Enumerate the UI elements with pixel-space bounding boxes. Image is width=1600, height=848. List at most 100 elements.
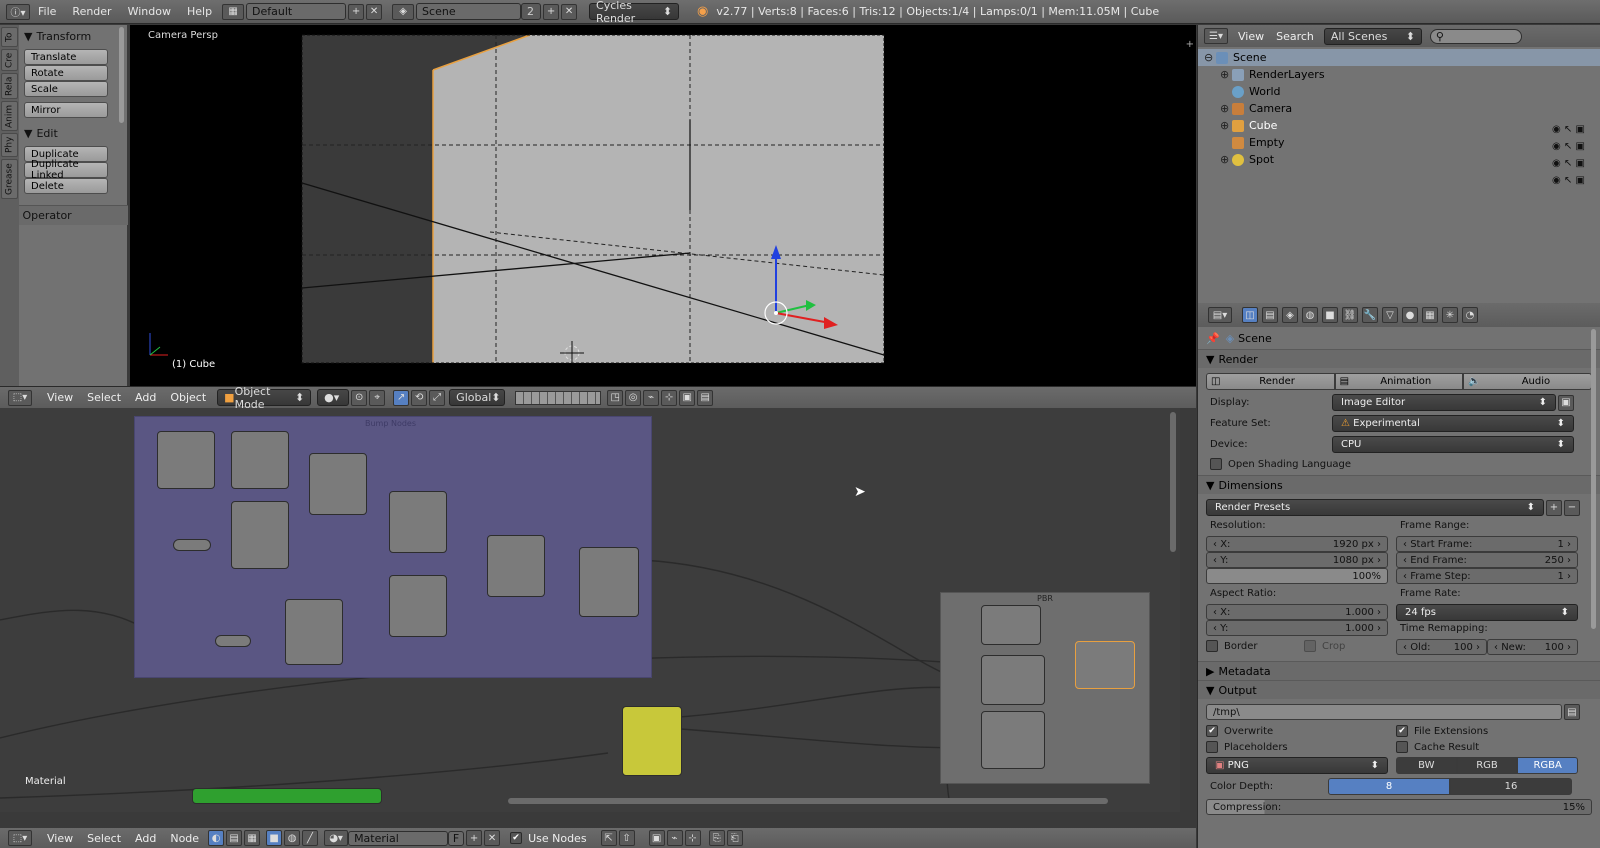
- scene-tab-icon[interactable]: ◈: [1282, 307, 1298, 323]
- render-anim-icon[interactable]: ▤: [697, 389, 714, 406]
- snap-mode-icon[interactable]: ⊹: [684, 830, 701, 846]
- tab-relations[interactable]: Rela: [1, 73, 18, 99]
- pointer-icon[interactable]: ↖: [1564, 175, 1572, 186]
- paste-icon[interactable]: ⎗: [726, 830, 743, 846]
- end-frame-field[interactable]: ‹ End Frame: 250 ›: [1396, 552, 1578, 568]
- node-multiply[interactable]: [389, 491, 447, 553]
- eye-icon[interactable]: ◉: [1552, 124, 1561, 135]
- camera-render-icon[interactable]: ▣: [1576, 124, 1585, 135]
- placeholders-checkbox[interactable]: [1206, 741, 1218, 753]
- outliner-item-scene[interactable]: ⊖ Scene: [1198, 49, 1600, 66]
- pointer-icon[interactable]: ↖: [1564, 141, 1572, 152]
- menu-node[interactable]: Node: [163, 832, 206, 845]
- tab-tools[interactable]: To: [1, 27, 18, 47]
- tab-create[interactable]: Cre: [1, 49, 18, 71]
- frame-step-field[interactable]: ‹ Frame Step: 1 ›: [1396, 568, 1578, 584]
- device-dropdown[interactable]: CPU ⬍: [1332, 436, 1574, 453]
- remove-material-icon[interactable]: ✕: [484, 830, 501, 846]
- node-add[interactable]: [231, 431, 289, 489]
- modifiers-tab-icon[interactable]: 🔧: [1362, 307, 1378, 323]
- aspect-x-field[interactable]: ‹ X: 1.000 ›: [1206, 604, 1388, 620]
- render-tab-icon[interactable]: ◫: [1242, 307, 1258, 323]
- pivot-icon[interactable]: ⊙: [351, 389, 368, 406]
- camera-render-icon[interactable]: ▣: [1576, 175, 1585, 186]
- mode-dropdown[interactable]: ■ Object Mode ⬍: [217, 385, 312, 411]
- bw-button[interactable]: BW: [1396, 757, 1457, 774]
- node-noise-texture[interactable]: [231, 501, 289, 569]
- depth-8-button[interactable]: 8: [1328, 778, 1450, 795]
- menu-object[interactable]: Object: [163, 391, 213, 404]
- data-tab-icon[interactable]: ▽: [1382, 307, 1398, 323]
- start-frame-field[interactable]: ‹ Start Frame: 1 ›: [1396, 536, 1578, 552]
- node-multiply-collapsed[interactable]: [173, 539, 211, 551]
- snap-icon[interactable]: ⌁: [643, 389, 660, 406]
- texture-nodes-icon[interactable]: ▦: [244, 830, 261, 846]
- parent-tree-icon[interactable]: ⇧: [618, 830, 635, 846]
- snap-icon[interactable]: ⌁: [666, 830, 683, 846]
- edit-panel-header[interactable]: ▼ Edit: [24, 124, 122, 142]
- rotate-button[interactable]: Rotate: [24, 65, 108, 81]
- proportional-icon[interactable]: ◎: [625, 389, 642, 406]
- outliner-item-world[interactable]: World: [1198, 83, 1600, 100]
- scene-icon[interactable]: ◈: [392, 3, 415, 20]
- 3d-viewport[interactable]: Camera Persp (1) Cube +: [130, 25, 1196, 386]
- cache-result-checkbox[interactable]: [1396, 741, 1408, 753]
- compression-slider[interactable]: Compression: 15%: [1206, 799, 1592, 815]
- eye-icon[interactable]: ◉: [1552, 175, 1561, 186]
- editor-type-icon[interactable]: ⬚▾: [8, 830, 32, 846]
- physics-tab-icon[interactable]: ◔: [1462, 307, 1478, 323]
- pin-icon[interactable]: 📌: [1206, 332, 1220, 345]
- outliner-search-input[interactable]: ⚲: [1429, 28, 1522, 44]
- frame-rate-dropdown[interactable]: 24 fps ⬍: [1396, 604, 1578, 621]
- menu-file[interactable]: File: [30, 5, 64, 18]
- visibility-toggles[interactable]: ◉ ↖ ▣ ◉ ↖ ▣ ◉ ↖ ▣ ◉ ↖ ▣: [1552, 121, 1600, 191]
- add-layout-icon[interactable]: +: [348, 3, 365, 20]
- menu-select[interactable]: Select: [80, 832, 128, 845]
- lock-layers-icon[interactable]: ◳: [607, 389, 624, 406]
- menu-view[interactable]: View: [1238, 30, 1264, 43]
- properties-scrollbar[interactable]: [1591, 329, 1596, 629]
- overwrite-checkbox[interactable]: ✔: [1206, 725, 1218, 737]
- info-editor-icon[interactable]: ⓘ▾: [6, 3, 30, 20]
- node-editor[interactable]: Bump Nodes PBR Material ➤: [0, 408, 1180, 812]
- resolution-x-field[interactable]: ‹ X: 1920 px ›: [1206, 536, 1388, 552]
- node-add[interactable]: [487, 535, 545, 597]
- editor-type-icon[interactable]: ⬚▾: [8, 389, 32, 406]
- material-name-field[interactable]: Material: [348, 830, 449, 846]
- crop-checkbox[interactable]: [1304, 640, 1316, 652]
- node-multiply[interactable]: [389, 575, 447, 637]
- output-path-input[interactable]: /tmp\: [1206, 704, 1562, 720]
- material-browse-icon[interactable]: ◕▾: [324, 830, 349, 846]
- use-nodes-checkbox[interactable]: ✔: [510, 832, 523, 844]
- pbr-frame[interactable]: PBR: [940, 592, 1150, 784]
- node-material-output[interactable]: [192, 788, 382, 804]
- resolution-percentage-field[interactable]: 100%: [1206, 568, 1388, 584]
- feature-set-dropdown[interactable]: ⚠ Experimental ⬍: [1332, 415, 1574, 432]
- particles-tab-icon[interactable]: ✳: [1442, 307, 1458, 323]
- node-bump[interactable]: [579, 547, 639, 617]
- outliner-filter-dropdown[interactable]: All Scenes ⬍: [1323, 27, 1422, 45]
- render-layers-tab-icon[interactable]: ▤: [1262, 307, 1278, 323]
- border-checkbox[interactable]: [1206, 640, 1218, 652]
- eye-icon[interactable]: ◉: [1552, 158, 1561, 169]
- file-format-dropdown[interactable]: ▣ PNG ⬍: [1206, 757, 1388, 774]
- shelf-scrollbar[interactable]: [119, 27, 124, 123]
- audio-button[interactable]: 🔈 Audio: [1463, 373, 1593, 390]
- copy-icon[interactable]: ⎘: [708, 830, 725, 846]
- transform-panel-header[interactable]: ▼ Transform: [24, 27, 122, 45]
- scale-button[interactable]: Scale: [24, 81, 108, 97]
- node-multiply[interactable]: [309, 453, 367, 515]
- fake-user-toggle[interactable]: F: [448, 830, 465, 846]
- scene-field[interactable]: Scene: [416, 3, 522, 20]
- menu-view[interactable]: View: [40, 391, 80, 404]
- rotate-manip-icon[interactable]: ⟲: [411, 389, 428, 406]
- new-field[interactable]: ‹ New: 100 ›: [1487, 639, 1578, 655]
- remove-preset-icon[interactable]: −: [1564, 499, 1580, 516]
- render-preview-icon[interactable]: ▣: [679, 389, 696, 406]
- node-multiply[interactable]: [157, 431, 215, 489]
- linestyle-icon[interactable]: ╱: [302, 830, 319, 846]
- rgb-button[interactable]: RGB: [1456, 757, 1518, 774]
- tab-animation[interactable]: Anim: [1, 101, 18, 131]
- layout-field[interactable]: Default: [246, 3, 347, 20]
- tab-grease[interactable]: Grease: [1, 159, 18, 199]
